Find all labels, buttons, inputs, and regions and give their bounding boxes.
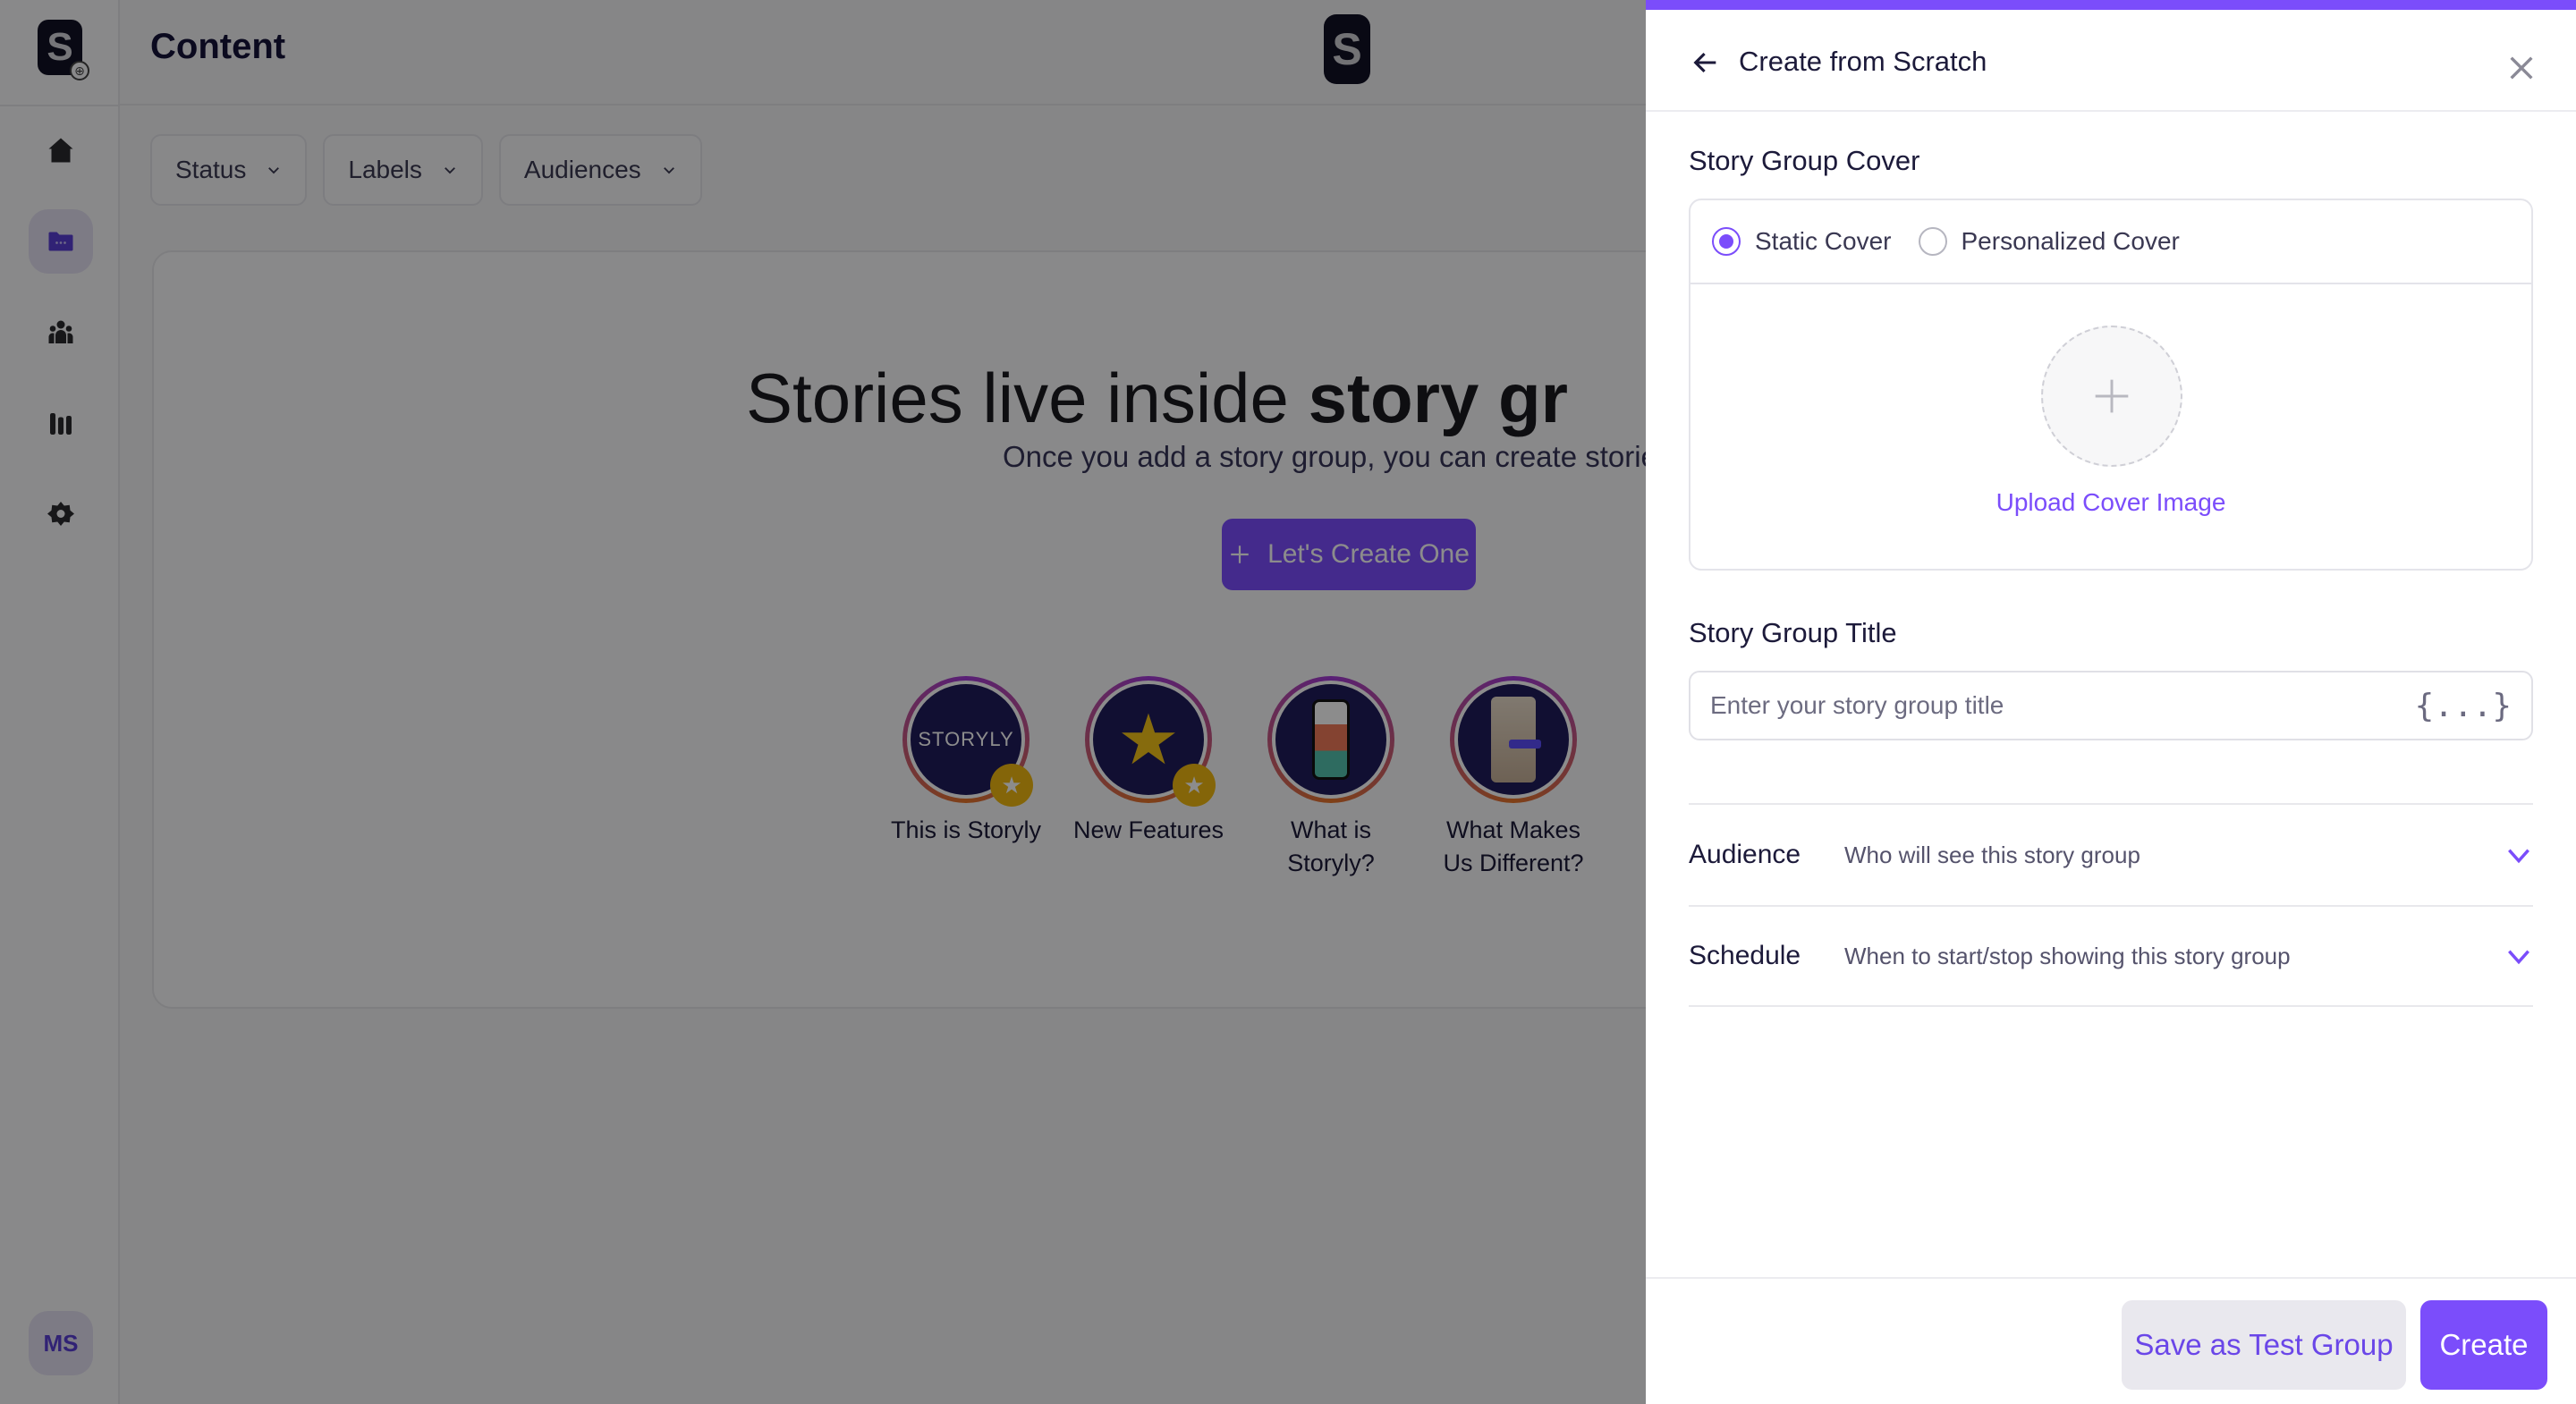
story-group-title-input[interactable] [1710,691,2415,720]
save-as-test-group-button[interactable]: Save as Test Group [2122,1300,2406,1390]
upload-cover-dropzone[interactable] [2041,326,2182,467]
radio-static-cover[interactable]: Static Cover [1712,227,1892,256]
story-group-title-field[interactable]: {...} [1689,671,2533,740]
radio-label: Static Cover [1755,227,1892,255]
chevron-down-icon [2508,849,2529,864]
schedule-accordion[interactable]: Schedule When to start/stop showing this… [1689,905,2533,1007]
modal-overlay[interactable] [0,0,1646,1404]
close-icon[interactable] [2506,53,2537,83]
drawer-footer: Save as Test Group Create [1646,1277,2576,1404]
chevron-down-icon [2508,950,2529,965]
accordion-label: Schedule [1689,941,1801,970]
create-story-group-drawer: Create from Scratch Story Group Cover St… [1646,0,2576,1404]
back-arrow-icon[interactable] [1690,47,1721,78]
radio-label: Personalized Cover [1961,227,2180,255]
upload-cover-link[interactable]: Upload Cover Image [1690,488,2531,517]
cover-box: Static Cover Personalized Cover Upload C… [1689,199,2533,571]
accordion-description: Who will see this story group [1844,841,2140,868]
drawer-accent-bar [1646,0,2576,10]
radio-personalized-cover[interactable]: Personalized Cover [1918,227,2180,256]
plus-icon [2095,379,2129,413]
radio-checked-icon[interactable] [1712,227,1741,256]
radio-unchecked-icon[interactable] [1918,227,1947,256]
variable-insert-icon[interactable]: {...} [2415,688,2512,724]
accordion-label: Audience [1689,840,1801,869]
accordion-description: When to start/stop showing this story gr… [1844,942,2291,969]
drawer-header: Create from Scratch [1646,10,2576,112]
audience-accordion[interactable]: Audience Who will see this story group [1689,803,2533,905]
create-button[interactable]: Create [2420,1300,2547,1390]
drawer-title: Create from Scratch [1739,46,1987,77]
cover-type-radio-group: Static Cover Personalized Cover [1690,200,2531,284]
title-section-label: Story Group Title [1689,617,1897,648]
cover-section-label: Story Group Cover [1689,145,1920,176]
